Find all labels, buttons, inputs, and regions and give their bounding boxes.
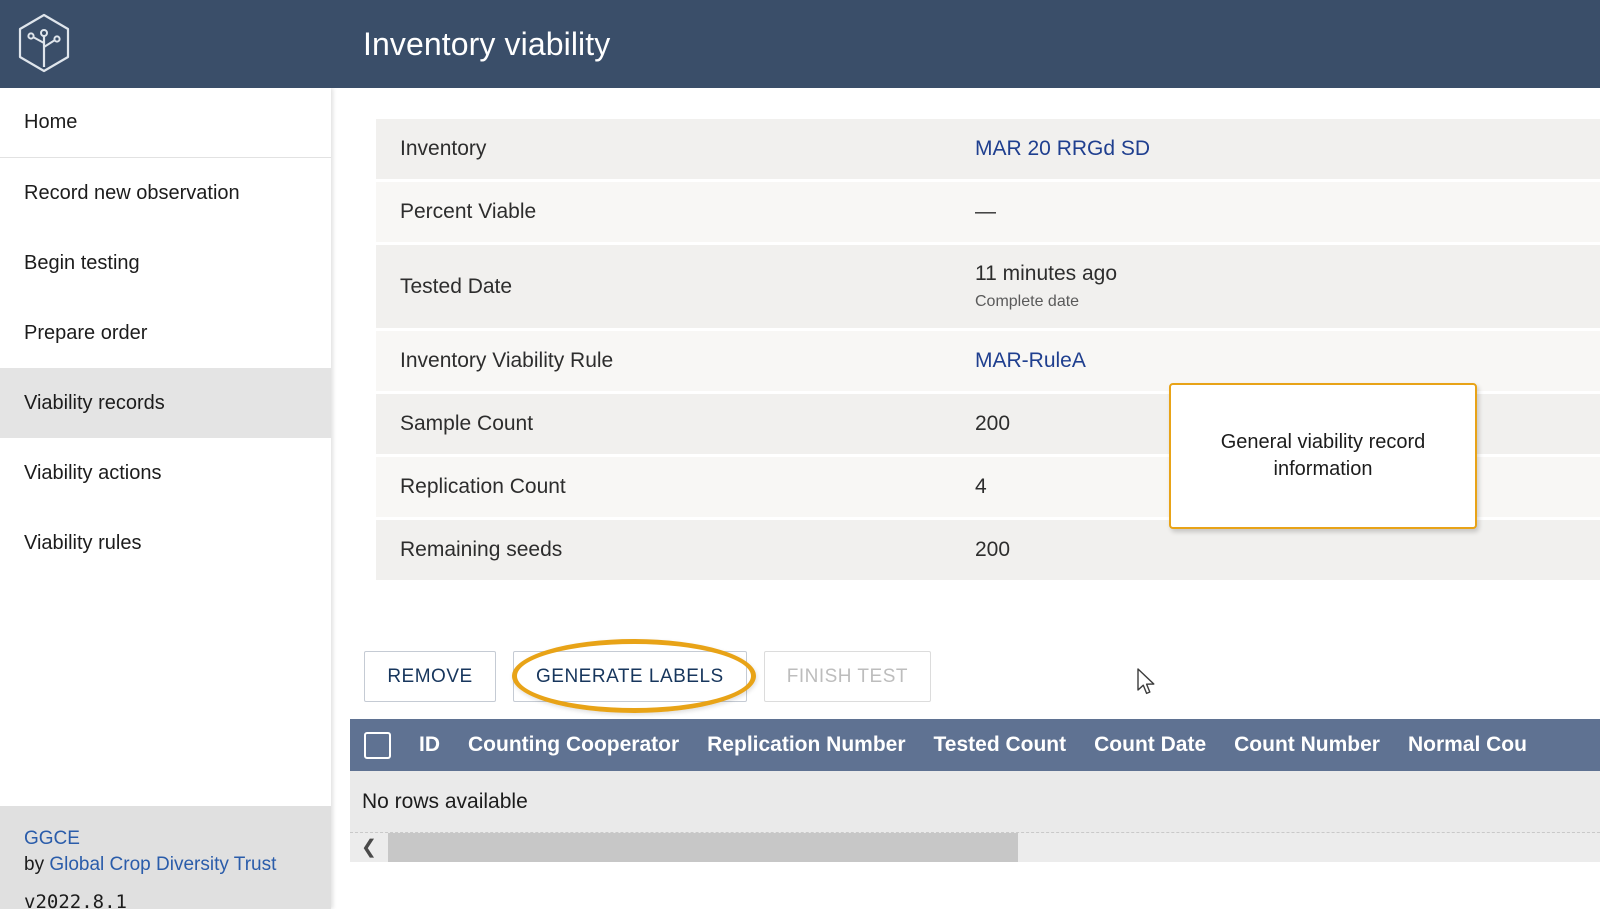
app-root: Inventory viability Home Record new obse… <box>0 0 1600 909</box>
footer-attribution: by Global Crop Diversity Trust <box>24 852 331 878</box>
detail-label: Tested Date <box>400 274 513 298</box>
detail-label: Inventory Viability Rule <box>400 349 614 372</box>
grid-horizontal-scrollbar[interactable]: ❮ <box>350 833 1600 862</box>
detail-value-viability-rule-link[interactable]: MAR-RuleA <box>975 348 1600 374</box>
sidebar-item-begin-testing[interactable]: Begin testing <box>0 228 331 298</box>
grid-column-counting-cooperator[interactable]: Counting Cooperator <box>468 733 679 757</box>
sidebar-item-label: Prepare order <box>24 321 148 344</box>
annotation-callout: General viability record information <box>1169 383 1477 529</box>
sidebar-item-record-new-observation[interactable]: Record new observation <box>0 158 331 228</box>
tested-date-relative: 11 minutes ago <box>975 262 1118 286</box>
grid-column-count-date[interactable]: Count Date <box>1094 733 1206 757</box>
sidebar-item-viability-records[interactable]: Viability records <box>0 368 331 438</box>
detail-value-remaining-seeds: 200 <box>975 537 1011 561</box>
detail-label: Remaining seeds <box>400 538 563 561</box>
counts-data-grid: ID Counting Cooperator Replication Numbe… <box>350 719 1600 862</box>
sidebar-item-home[interactable]: Home <box>0 88 331 158</box>
generate-labels-button[interactable]: GENERATE LABELS <box>513 651 747 702</box>
app-logo[interactable] <box>0 0 88 88</box>
sidebar-item-viability-rules[interactable]: Viability rules <box>0 508 331 578</box>
detail-label: Replication Count <box>400 475 566 498</box>
grid-column-tested-count[interactable]: Tested Count <box>934 733 1067 757</box>
grid-empty-row: No rows available <box>350 771 1600 833</box>
grid-column-replication-number[interactable]: Replication Number <box>707 733 905 757</box>
hexagon-tree-logo-icon <box>16 13 72 75</box>
sidebar-item-prepare-order[interactable]: Prepare order <box>0 298 331 368</box>
scrollbar-thumb[interactable] <box>388 833 1019 862</box>
sidebar-nav: Home Record new observation Begin testin… <box>0 88 331 578</box>
footer-org-link[interactable]: Global Crop Diversity Trust <box>49 854 276 875</box>
detail-label: Percent Viable <box>400 200 537 223</box>
sidebar-footer: GGCE by Global Crop Diversity Trust v202… <box>0 806 331 909</box>
remove-button[interactable]: REMOVE <box>364 651 496 702</box>
grid-column-id[interactable]: ID <box>419 733 440 757</box>
grid-header-row: ID Counting Cooperator Replication Numbe… <box>350 719 1600 771</box>
sidebar-item-viability-actions[interactable]: Viability actions <box>0 438 331 508</box>
detail-label: Inventory <box>400 137 487 160</box>
footer-brand-link[interactable]: GGCE <box>24 826 80 852</box>
sidebar-item-label: Viability rules <box>24 531 142 554</box>
detail-label: Sample Count <box>400 412 534 435</box>
tested-date-caption: Complete date <box>975 292 1080 310</box>
scrollbar-track[interactable] <box>388 833 1600 862</box>
select-all-checkbox[interactable] <box>364 731 391 759</box>
action-button-bar: REMOVE GENERATE LABELS FINISH TEST <box>364 651 931 702</box>
detail-value-percent-viable: — <box>975 199 996 223</box>
grid-column-count-number[interactable]: Count Number <box>1234 733 1380 757</box>
finish-test-button[interactable]: FINISH TEST <box>763 651 931 702</box>
page-title: Inventory viability <box>363 25 611 62</box>
sidebar-item-label: Viability records <box>24 391 165 414</box>
detail-value-inventory-link[interactable]: MAR 20 RRGd SD <box>975 136 1600 162</box>
app-version: v2022.8.1 <box>24 891 127 909</box>
detail-row-tested-date: Tested Date 11 minutes ago Complete date <box>376 245 1600 331</box>
sidebar-item-label: Record new observation <box>24 181 240 204</box>
detail-value-tested-date: 11 minutes ago Complete date <box>975 261 1600 311</box>
detail-row-inventory: Inventory MAR 20 RRGd SD <box>376 119 1600 182</box>
grid-empty-message: No rows available <box>362 789 528 813</box>
sidebar: Home Record new observation Begin testin… <box>0 88 331 909</box>
detail-row-remaining-seeds: Remaining seeds 200 <box>376 520 1600 583</box>
sidebar-item-label: Viability actions <box>24 461 162 484</box>
app-header: Inventory viability <box>0 0 1600 88</box>
grid-column-normal-count[interactable]: Normal Cou <box>1408 733 1527 757</box>
chevron-left-icon[interactable]: ❮ <box>350 833 388 862</box>
footer-by-prefix: by <box>24 853 50 875</box>
sidebar-item-label: Begin testing <box>24 251 140 274</box>
annotation-callout-text: General viability record information <box>1220 431 1426 480</box>
detail-row-percent-viable: Percent Viable — <box>376 182 1600 245</box>
sidebar-item-label: Home <box>24 111 78 133</box>
